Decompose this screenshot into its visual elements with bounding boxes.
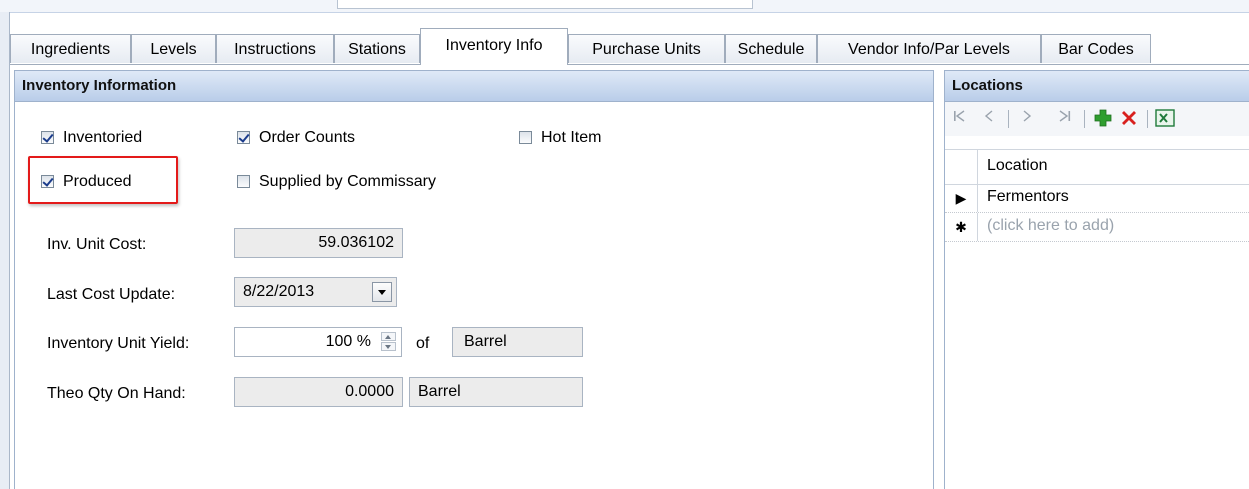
checkbox-unchecked-icon[interactable] — [519, 131, 532, 144]
toolbar-separator — [1084, 110, 1085, 128]
toolbar-separator — [1008, 110, 1009, 128]
inventory-unit-yield-value: 100 % — [325, 333, 371, 350]
last-cost-update-label: Last Cost Update: — [47, 286, 176, 303]
checkbox-checked-icon[interactable] — [41, 131, 54, 144]
new-row-icon: ✱ — [945, 213, 978, 241]
toolbar-separator — [1147, 110, 1148, 128]
tab-vendor-info[interactable]: Vendor Info/Par Levels — [817, 34, 1041, 63]
current-row-icon: ▶ — [945, 184, 978, 212]
spinner-buttons[interactable] — [381, 332, 396, 352]
checkbox-checked-icon[interactable] — [41, 175, 54, 188]
produced-label: Produced — [63, 173, 132, 190]
tab-instructions[interactable]: Instructions — [216, 34, 334, 63]
new-row-placeholder[interactable]: (click here to add) — [987, 217, 1114, 235]
tab-levels[interactable]: Levels — [131, 34, 216, 63]
dropdown-arrow-icon[interactable] — [372, 282, 392, 302]
tab-stations[interactable]: Stations — [334, 34, 420, 63]
theo-qty-unit-field: Barrel — [409, 377, 583, 407]
tab-baseline — [10, 64, 1249, 65]
row-header-corner — [945, 150, 978, 184]
hot-item-label: Hot Item — [541, 129, 602, 146]
first-record-icon[interactable] — [949, 108, 969, 130]
locations-header: Locations — [945, 71, 1249, 102]
inventoried-checkbox[interactable]: Inventoried — [41, 128, 142, 148]
order-counts-checkbox[interactable]: Order Counts — [237, 128, 355, 148]
checkbox-checked-icon[interactable] — [237, 131, 250, 144]
location-cell[interactable]: Fermentors — [987, 188, 1069, 206]
next-record-icon[interactable] — [1017, 108, 1037, 130]
theo-qty-on-hand-label: Theo Qty On Hand: — [47, 385, 186, 402]
of-label: of — [416, 335, 430, 352]
inventory-information-header: Inventory Information — [15, 71, 933, 102]
supplied-by-commissary-label: Supplied by Commissary — [259, 173, 436, 190]
previous-record-icon[interactable] — [979, 108, 999, 130]
locations-panel: Locations Location ▶ Fermentors ✱ (click… — [944, 70, 1249, 489]
locations-grid-header: Location — [945, 149, 1249, 185]
theo-qty-on-hand-field: 0.0000 — [234, 377, 403, 407]
last-record-icon[interactable] — [1055, 108, 1075, 130]
checkbox-unchecked-icon[interactable] — [237, 175, 250, 188]
inventoried-label: Inventoried — [63, 129, 143, 146]
add-icon[interactable] — [1093, 108, 1113, 130]
left-window-edge — [0, 12, 10, 489]
inventory-unit-yield-spinner[interactable]: 100 % — [234, 327, 402, 357]
tab-inventory-info[interactable]: Inventory Info — [420, 28, 568, 65]
new-row[interactable]: ✱ (click here to add) — [945, 213, 1249, 242]
inv-unit-cost-label: Inv. Unit Cost: — [47, 236, 147, 253]
tab-purchase-units[interactable]: Purchase Units — [568, 34, 725, 63]
spin-up-icon[interactable] — [381, 332, 396, 341]
spin-down-icon[interactable] — [381, 342, 396, 351]
delete-icon[interactable] — [1119, 108, 1139, 130]
inv-unit-cost-field: 59.036102 — [234, 228, 403, 258]
inventory-information-panel: Inventory Information — [14, 70, 934, 489]
last-cost-update-dropdown[interactable]: 8/22/2013 — [234, 277, 397, 307]
tab-bar-codes[interactable]: Bar Codes — [1041, 34, 1151, 63]
produced-checkbox[interactable]: Produced — [41, 172, 132, 192]
tab-schedule[interactable]: Schedule — [725, 34, 817, 63]
inventory-unit-yield-unit-field: Barrel — [452, 327, 583, 357]
order-counts-label: Order Counts — [259, 129, 356, 146]
location-column-header[interactable]: Location — [987, 157, 1048, 175]
last-cost-update-value: 8/22/2013 — [243, 283, 315, 300]
table-row[interactable]: ▶ Fermentors — [945, 184, 1249, 213]
top-input-field[interactable] — [337, 0, 753, 9]
hot-item-checkbox[interactable]: Hot Item — [519, 128, 601, 148]
tab-ingredients[interactable]: Ingredients — [10, 34, 131, 63]
tab-strip: Ingredients Levels Instructions Stations… — [10, 28, 1249, 65]
inventory-unit-yield-label: Inventory Unit Yield: — [47, 335, 190, 352]
excel-export-icon[interactable] — [1155, 108, 1175, 130]
supplied-by-commissary-checkbox[interactable]: Supplied by Commissary — [237, 172, 436, 192]
locations-toolbar — [945, 102, 1249, 136]
